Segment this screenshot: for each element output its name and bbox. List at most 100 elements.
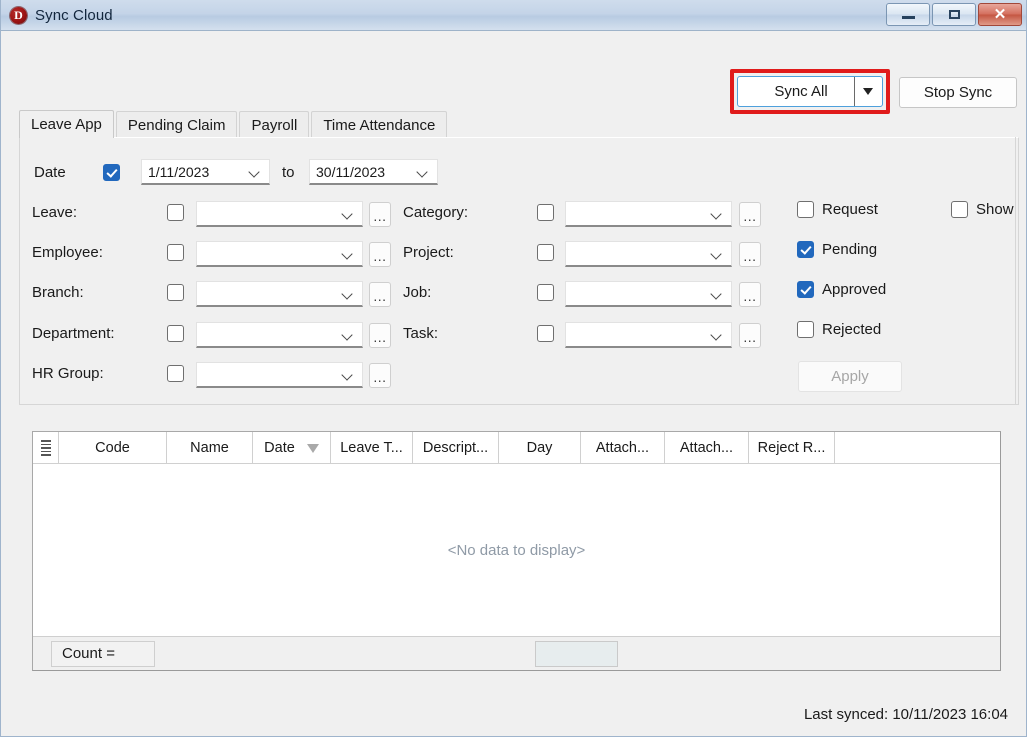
- department-label: Department:: [32, 325, 115, 342]
- chevron-down-icon: [417, 168, 428, 175]
- date-from-input[interactable]: 1/11/2023: [141, 159, 270, 185]
- sync-all-dropdown-button[interactable]: [854, 77, 880, 106]
- tab-leave-app[interactable]: Leave App: [19, 110, 114, 138]
- job-combo[interactable]: [565, 281, 732, 307]
- close-icon: ✕: [993, 6, 1007, 23]
- tab-strip: Leave App Pending Claim Payroll Time Att…: [19, 110, 1026, 138]
- branch-browse-button[interactable]: ...: [369, 282, 391, 307]
- panel-right-divider: [1015, 137, 1016, 405]
- maximize-button[interactable]: [932, 3, 976, 26]
- date-to-value: 30/11/2023: [316, 163, 386, 180]
- window-title: Sync Cloud: [35, 6, 113, 24]
- task-browse-button[interactable]: ...: [739, 323, 761, 348]
- department-combo[interactable]: [196, 322, 363, 348]
- date-to-label: to: [282, 164, 295, 181]
- column-header-code[interactable]: Code: [59, 432, 167, 464]
- minimize-button[interactable]: [886, 3, 930, 26]
- sync-all-button[interactable]: Sync All: [737, 76, 883, 107]
- title-bar: D Sync Cloud ✕: [1, 0, 1026, 31]
- d-logo-icon: D: [10, 6, 27, 24]
- close-button[interactable]: ✕: [978, 3, 1022, 26]
- pending-label: Pending: [822, 241, 878, 258]
- results-grid: Code Name Date Leave T... Descript... Da…: [32, 431, 1001, 671]
- hr-group-browse-button[interactable]: ...: [369, 363, 391, 388]
- employee-checkbox[interactable]: [167, 244, 184, 261]
- rejected-checkbox[interactable]: [797, 321, 814, 338]
- tab-time-attendance[interactable]: Time Attendance: [311, 111, 448, 138]
- category-combo[interactable]: [565, 201, 732, 227]
- chevron-down-icon: [249, 168, 260, 175]
- pending-checkbox[interactable]: [797, 241, 814, 258]
- column-header-date[interactable]: Date: [253, 432, 331, 464]
- request-checkbox[interactable]: [797, 201, 814, 218]
- date-to-input[interactable]: 30/11/2023: [309, 159, 438, 185]
- show-option-row[interactable]: Show: [951, 201, 1015, 218]
- task-label: Task:: [403, 325, 439, 342]
- task-checkbox[interactable]: [537, 325, 554, 342]
- project-browse-button[interactable]: ...: [739, 242, 761, 267]
- show-checkbox[interactable]: [951, 201, 968, 218]
- row-indicator-icon: [33, 432, 59, 464]
- status-request-row[interactable]: Request: [797, 201, 878, 218]
- chevron-down-icon: [342, 250, 353, 257]
- hr-group-combo[interactable]: [196, 362, 363, 388]
- employee-label: Employee:: [32, 244, 103, 261]
- tab-payroll[interactable]: Payroll: [239, 111, 310, 138]
- date-checkbox[interactable]: [103, 164, 120, 181]
- leave-browse-button[interactable]: ...: [369, 202, 391, 227]
- date-label: Date: [34, 164, 66, 181]
- column-header-attachment-2[interactable]: Attach...: [665, 432, 749, 464]
- grid-header-row: Code Name Date Leave T... Descript... Da…: [33, 432, 1000, 464]
- column-header-reject-reason[interactable]: Reject R...: [749, 432, 835, 464]
- request-label: Request: [822, 201, 878, 218]
- job-browse-button[interactable]: ...: [739, 282, 761, 307]
- department-browse-button[interactable]: ...: [369, 323, 391, 348]
- grid-body: <No data to display>: [33, 464, 1000, 636]
- sync-cloud-window: D Sync Cloud ✕ Sync All Stop Sync Leave …: [0, 0, 1027, 737]
- tab-pending-claim[interactable]: Pending Claim: [115, 111, 238, 138]
- sync-all-label: Sync All: [774, 83, 828, 100]
- hr-group-label: HR Group:: [32, 365, 104, 382]
- chevron-down-icon: [711, 331, 722, 338]
- leave-combo[interactable]: [196, 201, 363, 227]
- window-controls: ✕: [886, 3, 1022, 26]
- sync-all-highlight-box: Sync All: [730, 69, 890, 114]
- sort-descending-icon: [306, 443, 319, 453]
- branch-checkbox[interactable]: [167, 284, 184, 301]
- chevron-down-icon: [342, 290, 353, 297]
- column-header-leave-type[interactable]: Leave T...: [331, 432, 413, 464]
- status-pending-row[interactable]: Pending: [797, 241, 877, 258]
- apply-button[interactable]: Apply: [798, 361, 902, 392]
- stop-sync-button[interactable]: Stop Sync: [899, 77, 1017, 108]
- column-header-attachment-1[interactable]: Attach...: [581, 432, 665, 464]
- category-label: Category:: [403, 204, 469, 221]
- grid-footer: Count =: [33, 636, 1000, 670]
- column-header-day[interactable]: Day: [499, 432, 581, 464]
- maximize-icon: [948, 10, 960, 19]
- chevron-down-icon: [862, 88, 873, 95]
- project-label: Project:: [403, 244, 454, 261]
- hr-group-checkbox[interactable]: [167, 365, 184, 382]
- chevron-down-icon: [342, 371, 353, 378]
- branch-label: Branch:: [32, 284, 84, 301]
- task-combo[interactable]: [565, 322, 732, 348]
- status-rejected-row[interactable]: Rejected: [797, 321, 881, 338]
- chevron-down-icon: [711, 210, 722, 217]
- column-header-name[interactable]: Name: [167, 432, 253, 464]
- count-summary-cell: Count =: [51, 640, 155, 667]
- branch-combo[interactable]: [196, 281, 363, 307]
- approved-checkbox[interactable]: [797, 281, 814, 298]
- employee-combo[interactable]: [196, 241, 363, 267]
- job-checkbox[interactable]: [537, 284, 554, 301]
- column-header-description[interactable]: Descript...: [413, 432, 499, 464]
- leave-checkbox[interactable]: [167, 204, 184, 221]
- category-browse-button[interactable]: ...: [739, 202, 761, 227]
- employee-browse-button[interactable]: ...: [369, 242, 391, 267]
- project-checkbox[interactable]: [537, 244, 554, 261]
- project-combo[interactable]: [565, 241, 732, 267]
- status-bar: Last synced: 10/11/2023 16:04: [1, 692, 1026, 736]
- chevron-down-icon: [711, 250, 722, 257]
- status-approved-row[interactable]: Approved: [797, 281, 886, 298]
- department-checkbox[interactable]: [167, 325, 184, 342]
- category-checkbox[interactable]: [537, 204, 554, 221]
